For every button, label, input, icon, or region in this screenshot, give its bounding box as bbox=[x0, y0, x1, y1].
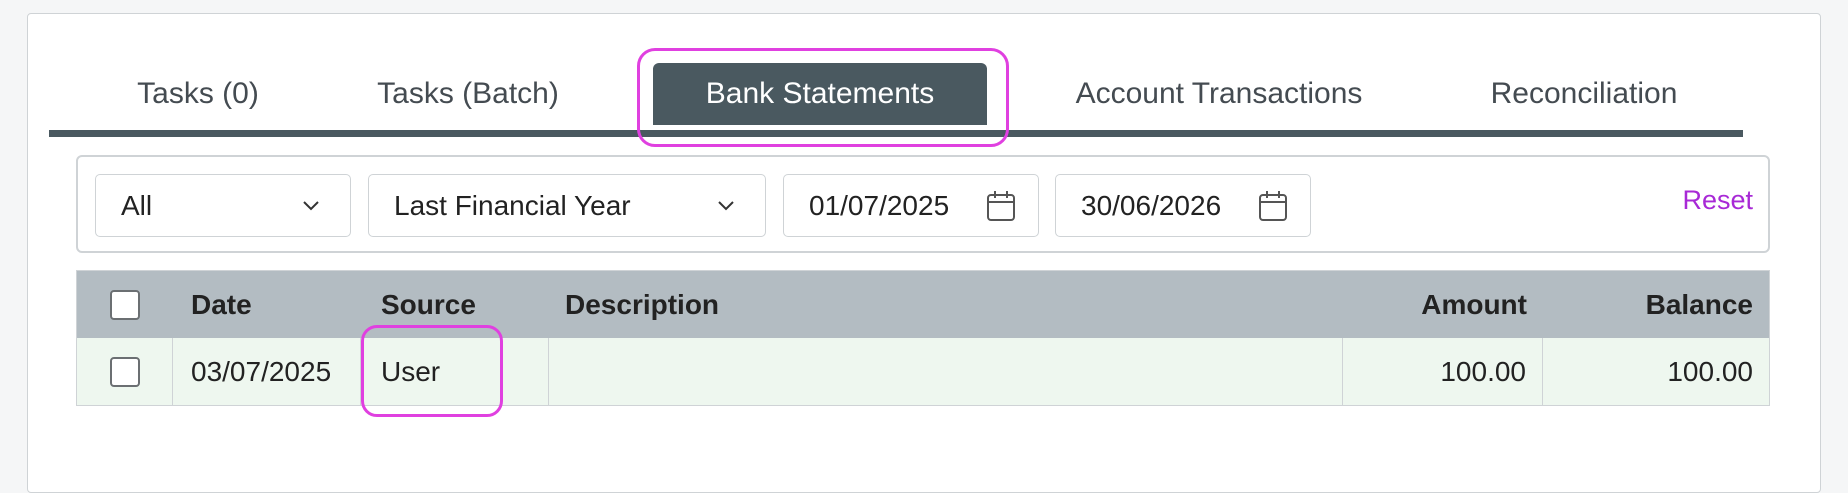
tab-bank-statements[interactable]: Bank Statements bbox=[653, 63, 987, 125]
calendar-icon[interactable] bbox=[1258, 190, 1288, 222]
table-row[interactable]: 03/07/2025 User 100.00 100.00 bbox=[77, 338, 1769, 405]
column-header-amount[interactable]: Amount bbox=[1343, 271, 1543, 338]
select-all-checkbox[interactable] bbox=[110, 289, 140, 320]
statements-table: Date Source Description Amount Balance 0… bbox=[76, 270, 1770, 406]
calendar-icon[interactable] bbox=[986, 190, 1016, 222]
period-select-value: Last Financial Year bbox=[394, 189, 631, 221]
table-header: Date Source Description Amount Balance bbox=[77, 271, 1769, 338]
type-select-value: All bbox=[121, 189, 153, 221]
tab-tasks[interactable]: Tasks (0) bbox=[109, 63, 287, 125]
date-from-input[interactable]: 01/07/2025 bbox=[783, 174, 1039, 237]
row-checkbox[interactable] bbox=[109, 356, 140, 387]
chevron-down-icon bbox=[718, 201, 734, 211]
column-header-date[interactable]: Date bbox=[173, 271, 361, 338]
date-to-value: 30/06/2026 bbox=[1081, 189, 1222, 221]
row-amount: 100.00 bbox=[1343, 338, 1543, 405]
column-header-balance[interactable]: Balance bbox=[1543, 271, 1769, 338]
tab-bar: Tasks (0) Tasks (Batch) Bank Statements … bbox=[49, 34, 1743, 137]
row-description bbox=[549, 338, 1343, 405]
tab-account-transactions[interactable]: Account Transactions bbox=[1049, 63, 1389, 125]
row-balance: 100.00 bbox=[1667, 355, 1753, 387]
tab-underline bbox=[49, 130, 1743, 137]
date-to-input[interactable]: 30/06/2026 bbox=[1055, 174, 1311, 237]
row-select-cell bbox=[77, 338, 173, 405]
type-select[interactable]: All bbox=[95, 174, 351, 237]
tab-tasks-batch[interactable]: Tasks (Batch) bbox=[359, 63, 577, 125]
period-select[interactable]: Last Financial Year bbox=[368, 174, 766, 237]
column-header-description[interactable]: Description bbox=[549, 271, 1343, 338]
tab-reconciliation[interactable]: Reconciliation bbox=[1459, 63, 1709, 125]
select-all-cell bbox=[77, 271, 173, 338]
reset-link[interactable]: Reset bbox=[1682, 185, 1753, 216]
column-header-source[interactable]: Source bbox=[361, 271, 549, 338]
row-source: User bbox=[361, 338, 549, 405]
chevron-down-icon bbox=[303, 201, 319, 211]
filter-bar: All Last Financial Year 01/07/2025 30/06… bbox=[76, 155, 1770, 253]
date-from-value: 01/07/2025 bbox=[809, 189, 950, 221]
row-date: 03/07/2025 bbox=[173, 338, 361, 405]
